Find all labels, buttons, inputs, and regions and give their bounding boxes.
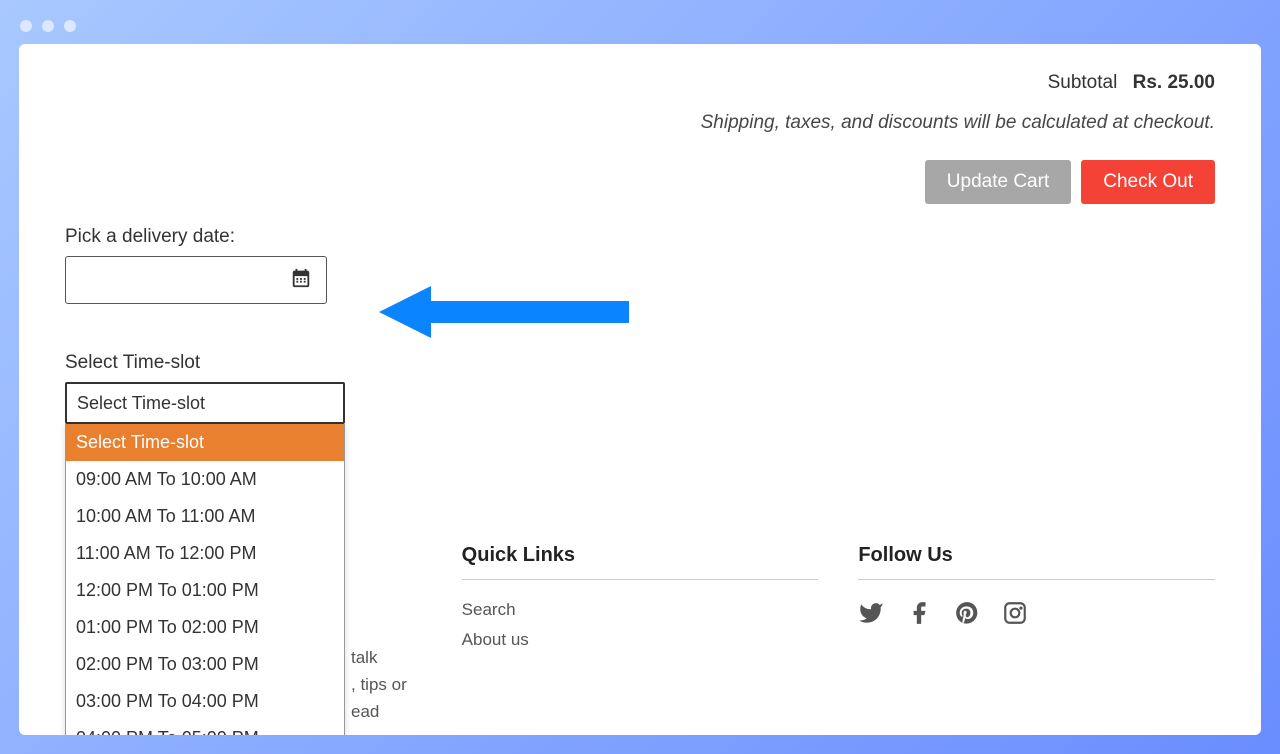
footer-link-about[interactable]: About us <box>462 630 819 650</box>
timeslot-select[interactable]: Select Time-slot <box>65 382 345 424</box>
timeslot-option[interactable]: 12:00 PM To 01:00 PM <box>66 572 344 609</box>
footer-quick-links: Quick Links Search About us <box>462 544 819 660</box>
facebook-icon[interactable] <box>906 600 932 631</box>
delivery-date-label: Pick a delivery date: <box>65 226 1215 248</box>
pinterest-icon[interactable] <box>954 600 980 631</box>
timeslot-option[interactable]: 10:00 AM To 11:00 AM <box>66 498 344 535</box>
calendar-icon <box>290 267 312 294</box>
shipping-note: Shipping, taxes, and discounts will be c… <box>65 112 1215 134</box>
follow-us-title: Follow Us <box>858 544 1215 567</box>
timeslot-selected-value: Select Time-slot <box>77 393 205 414</box>
timeslot-option[interactable]: 03:00 PM To 04:00 PM <box>66 683 344 720</box>
timeslot-option[interactable]: 02:00 PM To 03:00 PM <box>66 646 344 683</box>
delivery-date-input[interactable] <box>65 256 327 304</box>
quick-links-title: Quick Links <box>462 544 819 567</box>
twitter-icon[interactable] <box>858 600 884 631</box>
subtotal-label: Subtotal <box>1048 72 1118 93</box>
window-traffic-lights <box>20 20 76 32</box>
browser-content: Subtotal Rs. 25.00 Shipping, taxes, and … <box>19 44 1261 735</box>
footer-follow-us: Follow Us <box>858 544 1215 660</box>
instagram-icon[interactable] <box>1002 600 1028 631</box>
timeslot-label: Select Time-slot <box>65 352 1215 374</box>
timeslot-option[interactable]: 01:00 PM To 02:00 PM <box>66 609 344 646</box>
footer-link-search[interactable]: Search <box>462 600 819 620</box>
annotation-arrow-icon <box>379 279 629 349</box>
timeslot-option[interactable]: 11:00 AM To 12:00 PM <box>66 535 344 572</box>
checkout-button[interactable]: Check Out <box>1081 160 1215 204</box>
subtotal-row: Subtotal Rs. 25.00 <box>65 72 1215 94</box>
timeslot-option[interactable]: 04:00 PM To 05:00 PM <box>66 720 344 735</box>
subtotal-value: Rs. 25.00 <box>1133 72 1215 93</box>
partially-hidden-text: talk , tips or ead <box>351 644 407 726</box>
timeslot-option[interactable]: 09:00 AM To 10:00 AM <box>66 461 344 498</box>
timeslot-dropdown: Select Time-slot 09:00 AM To 10:00 AM 10… <box>65 424 345 735</box>
timeslot-option[interactable]: Select Time-slot <box>66 424 344 461</box>
update-cart-button[interactable]: Update Cart <box>925 160 1071 204</box>
